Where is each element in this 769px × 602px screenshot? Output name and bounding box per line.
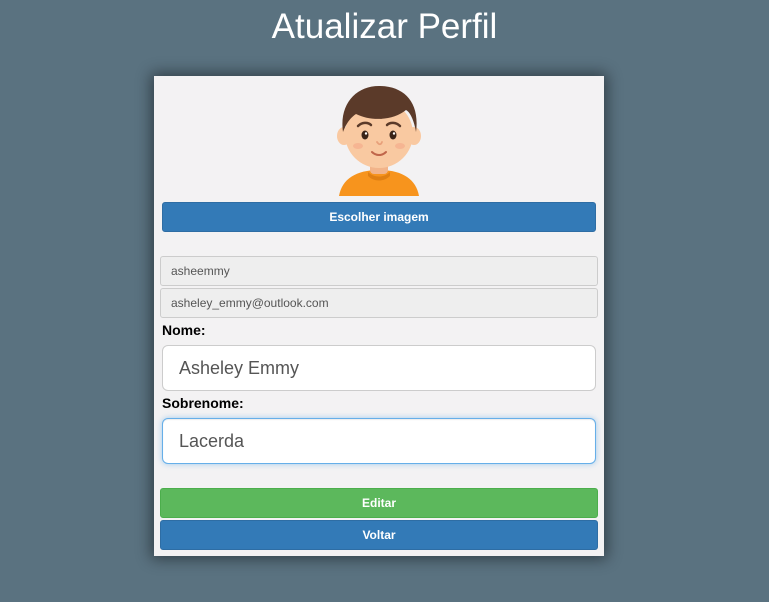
first-name-label: Nome:: [162, 322, 206, 338]
last-name-label: Sobrenome:: [162, 395, 244, 411]
email-field: asheley_emmy@outlook.com: [160, 288, 598, 318]
page-title: Atualizar Perfil: [271, 7, 498, 46]
edit-button[interactable]: Editar: [160, 488, 598, 518]
last-name-input[interactable]: [162, 418, 596, 464]
back-button[interactable]: Voltar: [160, 520, 598, 550]
choose-image-button[interactable]: Escolher imagem: [162, 202, 596, 232]
avatar-icon: [337, 86, 421, 196]
username-field: asheemmy: [160, 256, 598, 286]
profile-card: Escolher imagem asheemmy asheley_emmy@ou…: [154, 76, 604, 556]
first-name-input[interactable]: [162, 345, 596, 391]
